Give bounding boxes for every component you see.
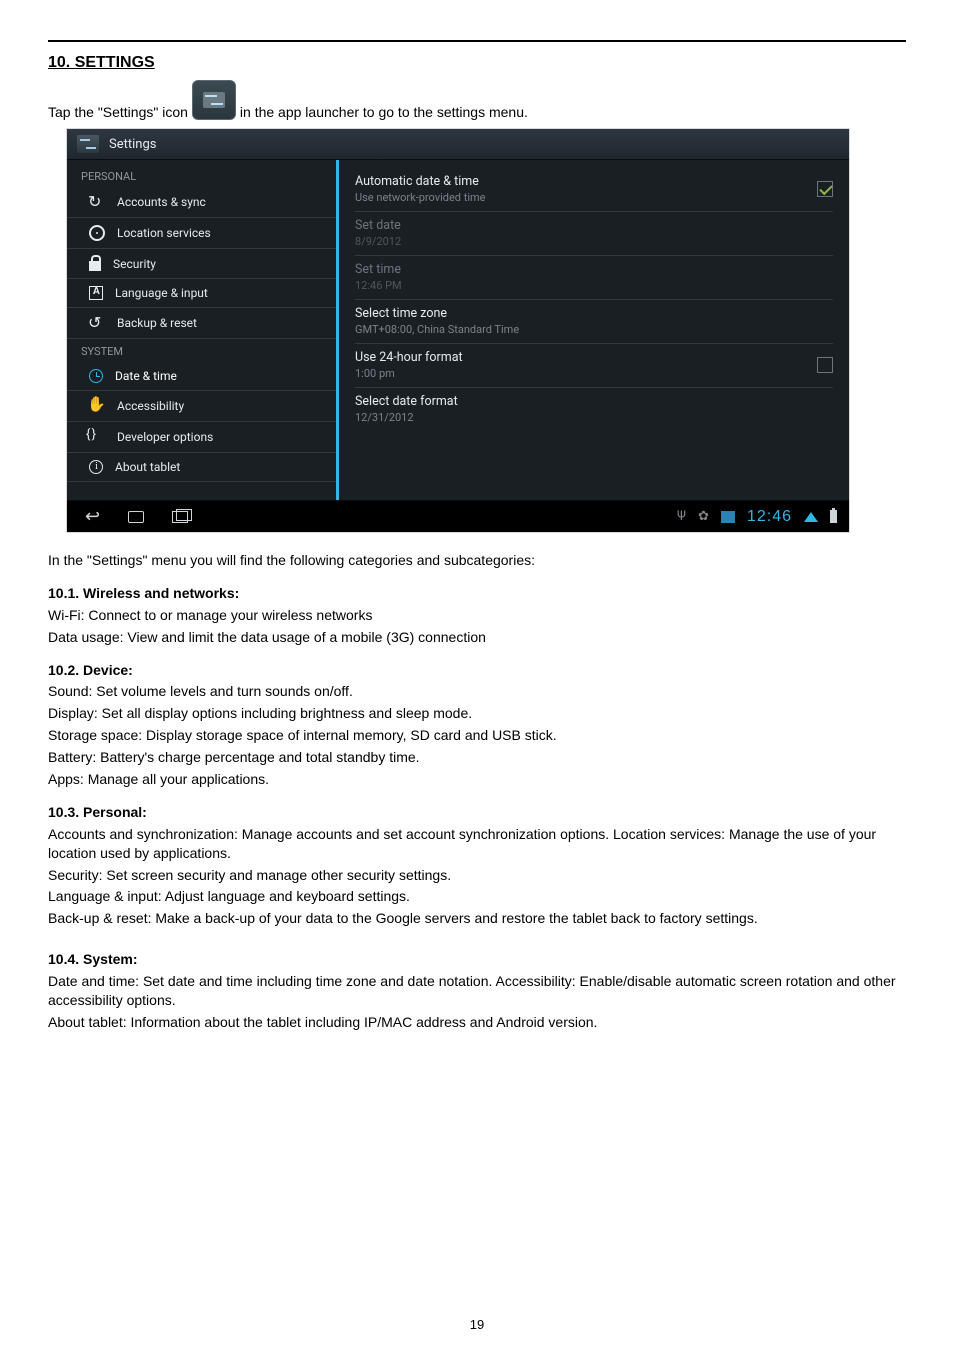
row-24h-format[interactable]: Use 24-hour format 1:00 pm [355, 344, 833, 388]
lock-icon [89, 261, 101, 271]
row-auto-datetime[interactable]: Automatic date & time Use network-provid… [355, 168, 833, 212]
row-title: Select time zone [355, 306, 519, 321]
sidebar-item-developer[interactable]: Developer options [67, 422, 336, 453]
line-102-3: Storage space: Display storage space of … [48, 726, 906, 745]
sidebar-item-label: Accessibility [117, 399, 184, 413]
settings-screenshot: Settings PERSONAL Accounts & sync Locati… [66, 128, 850, 533]
page-heading: 10. SETTINGS [48, 54, 906, 72]
screenshot-title: Settings [109, 137, 156, 152]
subheading-104: 10.4. System: [48, 950, 906, 969]
sidebar-item-label: Developer options [117, 430, 213, 444]
sidebar-item-label: Backup & reset [117, 316, 197, 330]
row-subtitle: 1:00 pm [355, 367, 463, 380]
subheading-102: 10.2. Device: [48, 661, 906, 680]
info-icon [89, 460, 103, 474]
subheading-101: 10.1. Wireless and networks: [48, 584, 906, 603]
line-103-3: Language & input: Adjust language and ke… [48, 887, 906, 906]
sidebar-item-security[interactable]: Security [67, 249, 336, 279]
sd-icon [721, 511, 735, 523]
usb-icon: Ψ [677, 509, 686, 524]
sidebar-item-label: Language & input [115, 286, 208, 300]
row-set-date[interactable]: Set date 8/9/2012 [355, 212, 833, 256]
line-101-1: Wi-Fi: Connect to or manage your wireles… [48, 606, 906, 625]
location-icon [89, 225, 105, 241]
battery-icon [830, 510, 837, 523]
line-103-2: Security: Set screen security and manage… [48, 866, 906, 885]
checkbox-auto-datetime[interactable] [817, 181, 833, 197]
intro-post: in the app launcher to go to the setting… [240, 104, 528, 120]
row-title: Automatic date & time [355, 174, 485, 189]
sidebar-item-language[interactable]: Language & input [67, 279, 336, 308]
row-subtitle: Use network-provided time [355, 191, 485, 204]
settings-header-icon [77, 135, 99, 153]
line-103-4: Back-up & reset: Make a back-up of your … [48, 909, 906, 928]
nav-home-button[interactable] [128, 511, 144, 523]
row-set-time[interactable]: Set time 12:46 PM [355, 256, 833, 300]
status-clock: 12:46 [747, 508, 792, 526]
developer-icon [89, 429, 105, 445]
line-104-1: Date and time: Set date and time includi… [48, 972, 906, 1010]
settings-sidebar: PERSONAL Accounts & sync Location servic… [67, 160, 339, 500]
sidebar-item-backup[interactable]: Backup & reset [67, 308, 336, 339]
wifi-icon [804, 512, 818, 522]
row-timezone[interactable]: Select time zone GMT+08:00, China Standa… [355, 300, 833, 344]
clock-icon [89, 369, 103, 383]
after-screenshot-text: In the "Settings" menu you will find the… [48, 551, 906, 570]
sidebar-item-location[interactable]: Location services [67, 218, 336, 249]
debug-icon: ✿ [698, 509, 709, 524]
checkbox-24h[interactable] [817, 357, 833, 373]
sidebar-section-system: SYSTEM [67, 339, 336, 362]
sidebar-item-label: Date & time [115, 369, 177, 383]
sidebar-item-label: Accounts & sync [117, 195, 206, 209]
sidebar-item-label: Location services [117, 226, 211, 240]
language-icon [89, 286, 103, 300]
line-102-4: Battery: Battery's charge percentage and… [48, 748, 906, 767]
line-102-1: Sound: Set volume levels and turn sounds… [48, 682, 906, 701]
top-rule [48, 40, 906, 42]
system-navbar: ↩ Ψ ✿ 12:46 [67, 500, 849, 532]
nav-recent-button[interactable] [172, 511, 188, 523]
settings-detail-pane: Automatic date & time Use network-provid… [339, 160, 849, 500]
line-102-5: Apps: Manage all your applications. [48, 770, 906, 789]
page-number: 19 [0, 1317, 954, 1332]
row-date-format[interactable]: Select date format 12/31/2012 [355, 388, 833, 431]
backup-icon [89, 315, 105, 331]
sidebar-item-label: About tablet [115, 460, 180, 474]
screenshot-header: Settings [67, 129, 849, 160]
row-title: Set date [355, 218, 401, 233]
sidebar-item-accessibility[interactable]: Accessibility [67, 391, 336, 422]
subheading-103: 10.3. Personal: [48, 803, 906, 822]
row-title: Select date format [355, 394, 458, 409]
sidebar-item-accounts[interactable]: Accounts & sync [67, 187, 336, 218]
line-102-2: Display: Set all display options includi… [48, 704, 906, 723]
row-title: Use 24-hour format [355, 350, 463, 365]
row-subtitle: 8/9/2012 [355, 235, 401, 248]
intro-pre: Tap the "Settings" icon [48, 104, 188, 120]
row-title: Set time [355, 262, 402, 277]
row-subtitle: 12:46 PM [355, 279, 402, 292]
sidebar-section-personal: PERSONAL [67, 164, 336, 187]
sidebar-item-label: Security [113, 257, 156, 271]
row-subtitle: GMT+08:00, China Standard Time [355, 323, 519, 336]
line-104-2: About tablet: Information about the tabl… [48, 1013, 906, 1032]
row-subtitle: 12/31/2012 [355, 411, 458, 424]
accessibility-icon [89, 398, 105, 414]
sidebar-item-datetime[interactable]: Date & time [67, 362, 336, 391]
nav-back-button[interactable]: ↩ [85, 508, 100, 526]
settings-app-icon [192, 80, 236, 120]
line-103-1: Accounts and synchronization: Manage acc… [48, 825, 906, 863]
intro-line: Tap the "Settings" icon in the app launc… [48, 80, 906, 120]
line-101-2: Data usage: View and limit the data usag… [48, 628, 906, 647]
sync-icon [89, 194, 105, 210]
sidebar-item-about[interactable]: About tablet [67, 453, 336, 482]
